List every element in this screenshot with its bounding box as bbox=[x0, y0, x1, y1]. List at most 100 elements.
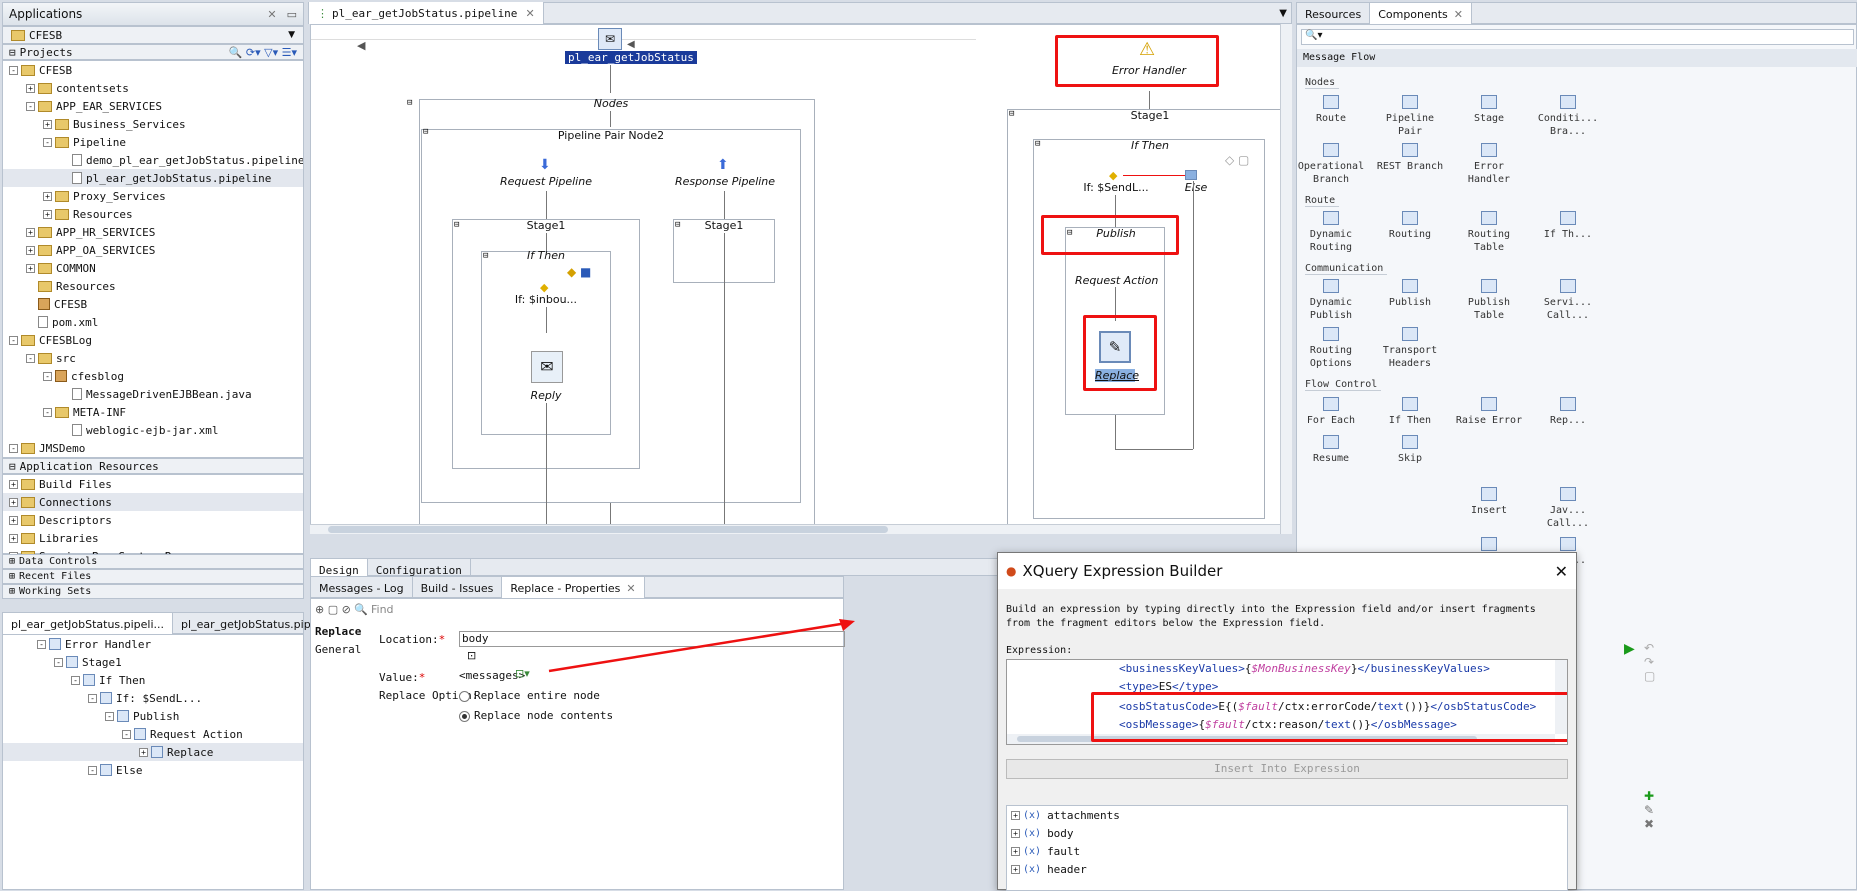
tree-item[interactable]: - Pipeline bbox=[3, 133, 303, 151]
structure-tab-1[interactable]: pl_ear_getJobStatus.pipeli... bbox=[3, 613, 174, 635]
expand-icon[interactable]: + bbox=[9, 533, 18, 543]
add-condition-icons[interactable]: ◇ ▢ bbox=[1225, 153, 1249, 167]
tree-item[interactable]: + Business_Services bbox=[3, 115, 303, 133]
collapse-icon[interactable]: ⊟ bbox=[454, 220, 459, 230]
reply-icon[interactable]: ✉ bbox=[531, 351, 563, 383]
collapsed-section[interactable]: ⊞ Data Controls bbox=[2, 554, 304, 569]
tree-item[interactable]: - META-INF bbox=[3, 403, 303, 421]
comp-route-0[interactable]: Dynamic Routing bbox=[1292, 211, 1370, 254]
collapse-icon[interactable]: ⊟ bbox=[423, 127, 428, 137]
structure-item[interactable]: - Publish bbox=[3, 707, 303, 725]
variable-item[interactable]: + (x) header bbox=[1007, 860, 1567, 878]
collapse-icon[interactable]: ⊟ bbox=[9, 460, 16, 473]
expand-icon[interactable]: + bbox=[26, 83, 35, 93]
expand-icon[interactable]: + bbox=[9, 479, 18, 489]
collapse-icon[interactable]: ⊟ bbox=[675, 220, 680, 230]
variable-item[interactable]: + (x) body bbox=[1007, 824, 1567, 842]
radio-node-contents[interactable]: Replace node contents bbox=[459, 709, 613, 722]
comp-node-2[interactable]: Stage bbox=[1450, 95, 1528, 125]
expand-icon[interactable]: - bbox=[43, 137, 52, 147]
close-icon[interactable]: ✕ bbox=[1454, 8, 1463, 21]
expand-icon[interactable]: + bbox=[26, 263, 35, 273]
tree-item[interactable]: + contentsets bbox=[3, 79, 303, 97]
expand-icon[interactable]: + bbox=[43, 209, 52, 219]
expand-icon[interactable]: + bbox=[26, 227, 35, 237]
eh-if-condition[interactable]: If: $SendL... bbox=[1081, 181, 1151, 194]
collapsed-section[interactable]: ⊞ Working Sets bbox=[2, 584, 304, 599]
collapse-arrow-icon[interactable]: ◀ bbox=[357, 39, 365, 52]
comp-comm-4[interactable]: Routing Options bbox=[1292, 327, 1370, 370]
comp-node-6[interactable]: Error Handler bbox=[1450, 143, 1528, 186]
expand-icon[interactable]: + bbox=[26, 245, 35, 255]
tree-item[interactable]: + Proxy_Services bbox=[3, 187, 303, 205]
editor-tab-pipeline[interactable]: ⋮ pl_ear_getJobStatus.pipeline ✕ bbox=[309, 2, 544, 24]
comp-comm-5[interactable]: Transport Headers bbox=[1371, 327, 1449, 370]
response-pipeline-label[interactable]: Response Pipeline bbox=[669, 175, 781, 188]
tree-item[interactable]: - CFESB bbox=[3, 61, 303, 79]
close-icon[interactable]: ✕ bbox=[525, 7, 534, 20]
comp-comm-0[interactable]: Dynamic Publish bbox=[1292, 279, 1370, 322]
expand-icon[interactable]: + bbox=[1011, 828, 1020, 838]
structure-item[interactable]: + Replace bbox=[3, 743, 303, 761]
collapse-icon[interactable]: ⊟ bbox=[1009, 109, 1014, 119]
top-node-label[interactable]: pl_ear_getJobStatus bbox=[565, 51, 697, 64]
chevron-down-icon[interactable]: ▼ bbox=[1279, 8, 1287, 19]
expand-icon[interactable]: ⊞ bbox=[9, 556, 15, 567]
tree-item[interactable]: + Resources bbox=[3, 205, 303, 223]
minimize-icon[interactable]: ▭ bbox=[287, 8, 297, 21]
close-icon[interactable]: ✕ bbox=[267, 8, 276, 21]
expand-icon[interactable]: - bbox=[43, 371, 52, 381]
structure-item[interactable]: - Error Handler bbox=[3, 635, 303, 653]
radio-entire-node[interactable]: Replace entire node bbox=[459, 689, 600, 702]
edit-expression-icon[interactable]: ⊡▾ bbox=[515, 667, 530, 680]
expand-icon[interactable]: ⊞ bbox=[9, 571, 15, 582]
tree-item[interactable]: - src bbox=[3, 349, 303, 367]
comp-route-1[interactable]: Routing bbox=[1371, 211, 1449, 241]
comp-comm-3[interactable]: Servi... Call... bbox=[1529, 279, 1607, 322]
comp-comm-2[interactable]: Publish Table bbox=[1450, 279, 1528, 322]
collapse-icon[interactable]: ⊟ bbox=[1035, 139, 1040, 149]
structure-item[interactable]: - Else bbox=[3, 761, 303, 779]
expand-icon[interactable]: - bbox=[88, 693, 97, 703]
tab-components[interactable]: Components ✕ bbox=[1370, 3, 1472, 25]
tab-messages-log[interactable]: Messages - Log bbox=[311, 577, 413, 599]
canvas-scrollbar[interactable] bbox=[1280, 24, 1292, 534]
expand-icon[interactable]: ⊞ bbox=[9, 586, 15, 597]
expression-editor[interactable]: <businessKeyValues>{$MonBusinessKey}</bu… bbox=[1006, 659, 1568, 745]
tab-replace-properties[interactable]: Replace - Properties ✕ bbox=[502, 577, 645, 599]
proxy-node-icon[interactable]: ✉ bbox=[598, 28, 622, 50]
fragment-toolbar[interactable]: ✚ ✎ ✖ bbox=[1644, 789, 1654, 831]
if-condition-label[interactable]: If: $inbou... bbox=[511, 293, 581, 306]
tab-build-issues[interactable]: Build - Issues bbox=[413, 577, 503, 599]
tree-item[interactable]: weblogic-ejb-jar.xml bbox=[3, 421, 303, 439]
search-input[interactable]: 🔍▾ bbox=[1301, 29, 1854, 45]
run-icon[interactable]: ▶ bbox=[1624, 641, 1635, 657]
app-selector[interactable]: CFESB ▼ bbox=[2, 26, 304, 44]
variable-item[interactable]: + (x) fault bbox=[1007, 842, 1567, 860]
expand-icon[interactable]: + bbox=[1011, 846, 1020, 856]
comp-flow-5[interactable]: Skip bbox=[1371, 435, 1449, 465]
expand-icon[interactable]: - bbox=[9, 65, 18, 75]
comp-node-1[interactable]: Pipeline Pair bbox=[1371, 95, 1449, 138]
projects-header[interactable]: ⊟ Projects 🔍 ⟳▾ ▽▾ ☰▾ bbox=[2, 44, 304, 60]
expand-icon[interactable]: + bbox=[9, 515, 18, 525]
tree-item[interactable]: pl_ear_getJobStatus.pipeline bbox=[3, 169, 303, 187]
tree-item[interactable]: - CFESBLog bbox=[3, 331, 303, 349]
app-resources-tree[interactable]: + Build Files + Connections + Descriptors + Lib… bbox=[2, 474, 304, 563]
comp-node-5[interactable]: REST Branch bbox=[1371, 143, 1449, 173]
comp-route-2[interactable]: Routing Table bbox=[1450, 211, 1528, 254]
canvas-hscrollbar[interactable] bbox=[310, 524, 1280, 534]
expand-icon[interactable]: - bbox=[88, 765, 97, 775]
prop-section-general[interactable]: General bbox=[315, 643, 361, 656]
comp-comm-1[interactable]: Publish bbox=[1371, 279, 1449, 309]
expand-icon[interactable]: - bbox=[37, 639, 46, 649]
undo-redo-icons[interactable]: ↶ ↷ ▢ bbox=[1644, 641, 1655, 683]
tree-item[interactable]: - cfesblog bbox=[3, 367, 303, 385]
tree-item[interactable]: + APP_HR_SERVICES bbox=[3, 223, 303, 241]
tree-item[interactable]: demo_pl_ear_getJobStatus.pipeline bbox=[3, 151, 303, 169]
expand-icon[interactable]: + bbox=[9, 497, 18, 507]
comp-node-0[interactable]: Route bbox=[1292, 95, 1370, 125]
expand-icon[interactable]: - bbox=[71, 675, 80, 685]
tree-item[interactable]: + COMMON bbox=[3, 259, 303, 277]
variable-item[interactable]: + (x) attachments bbox=[1007, 806, 1567, 824]
